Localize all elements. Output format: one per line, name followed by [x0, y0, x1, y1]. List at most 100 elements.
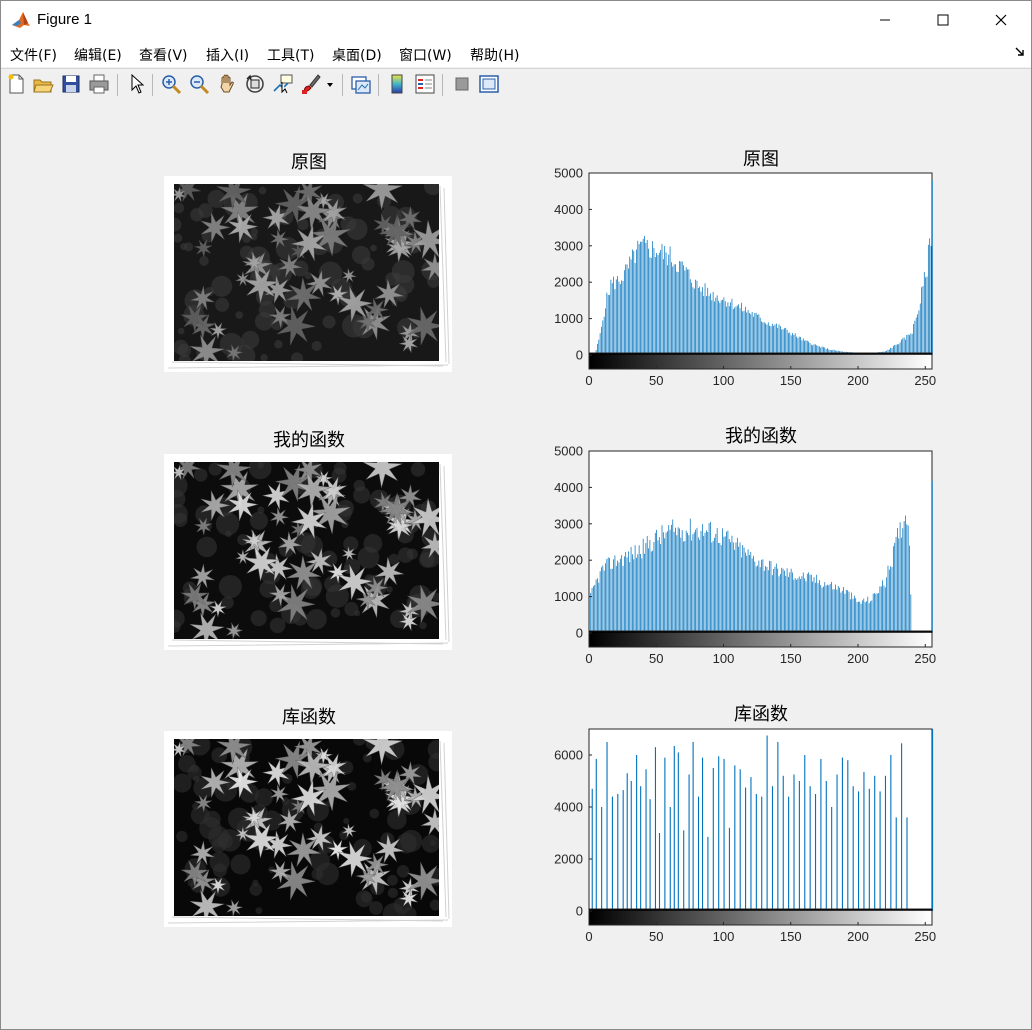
bar: [829, 583, 831, 633]
bar: [697, 796, 700, 911]
bar: [641, 241, 643, 355]
bar: [617, 276, 618, 355]
bar: [615, 566, 617, 633]
menu-edit[interactable]: 编辑(E): [74, 45, 122, 65]
bar: [925, 277, 927, 355]
bar: [754, 561, 756, 633]
bar: [820, 585, 822, 633]
bar: [640, 553, 641, 633]
open-file-icon[interactable]: [32, 73, 54, 95]
print-icon[interactable]: [88, 73, 110, 95]
new-figure-icon[interactable]: [5, 73, 27, 95]
x-tick-label: 100: [713, 651, 735, 666]
show-plot-tools-icon[interactable]: [478, 73, 500, 95]
y-tick-label: 3000: [554, 516, 583, 531]
bar: [879, 791, 881, 911]
bar: [917, 314, 918, 355]
foliage-blob: [250, 610, 267, 627]
bar: [603, 316, 605, 355]
bar: [739, 769, 741, 911]
bar: [785, 327, 787, 355]
close-button[interactable]: [972, 1, 1030, 39]
bar: [664, 246, 666, 355]
bar: [739, 308, 741, 355]
bar: [657, 255, 659, 355]
link-plot-icon[interactable]: [350, 73, 372, 95]
bar: [610, 279, 612, 355]
foliage-blob: [173, 233, 183, 243]
menu-help[interactable]: 帮助(H): [470, 45, 519, 65]
menu-desktop[interactable]: 桌面(D): [332, 45, 382, 65]
bar: [650, 551, 652, 633]
toolbar-separator: [378, 74, 379, 96]
bar: [757, 565, 758, 633]
bar: [680, 261, 682, 355]
bar: [707, 836, 709, 911]
minimize-button[interactable]: [856, 1, 914, 39]
bar: [697, 287, 699, 355]
foliage-blob: [311, 340, 322, 351]
pan-hand-icon[interactable]: [216, 73, 238, 95]
foliage-blob: [352, 193, 363, 204]
y-tick-label: 6000: [554, 748, 583, 763]
bar: [665, 532, 667, 633]
bar: [762, 322, 764, 355]
bar: [757, 314, 758, 355]
bar: [618, 562, 620, 633]
bar: [819, 580, 820, 633]
bar: [777, 568, 779, 633]
bar: [902, 528, 904, 633]
bar: [731, 298, 733, 355]
bar: [649, 540, 651, 633]
bar: [782, 329, 784, 355]
bar: [601, 807, 603, 911]
menu-file[interactable]: 文件(F): [10, 45, 57, 65]
maximize-button[interactable]: [914, 1, 972, 39]
bar: [626, 557, 628, 633]
bar: [870, 601, 871, 633]
foliage-blob: [225, 530, 232, 538]
bar: [874, 593, 875, 633]
brush-dropdown-icon[interactable]: [325, 73, 335, 95]
edit-plot-arrow-icon[interactable]: [126, 73, 148, 95]
foliage-blob: [429, 840, 436, 847]
zoom-in-icon[interactable]: [160, 73, 182, 95]
bar: [868, 788, 870, 911]
bar: [828, 585, 830, 633]
dock-arrow-icon[interactable]: [1015, 47, 1025, 57]
bar: [906, 524, 908, 633]
menu-view[interactable]: 查看(V): [139, 45, 188, 65]
bar: [648, 548, 649, 633]
bar: [646, 536, 648, 633]
foliage-blob: [255, 907, 263, 915]
y-tick-label: 2000: [554, 275, 583, 290]
foliage-blob: [194, 468, 208, 482]
brush-icon[interactable]: [300, 73, 322, 95]
bar: [706, 530, 707, 633]
foliage-blob: [343, 536, 359, 552]
bar: [778, 324, 780, 355]
bar: [851, 592, 853, 633]
hide-plot-tools-icon[interactable]: [451, 73, 473, 95]
data-cursor-icon[interactable]: [272, 73, 294, 95]
rotate-3d-icon[interactable]: [244, 73, 266, 95]
menu-tools[interactable]: 工具(T): [267, 45, 314, 65]
bar: [753, 316, 754, 355]
bar: [831, 581, 832, 633]
menu-insert[interactable]: 插入(I): [206, 45, 249, 65]
menu-window[interactable]: 窗口(W): [399, 45, 452, 65]
bar: [770, 561, 772, 633]
legend-icon[interactable]: [414, 73, 436, 95]
colorbar-icon[interactable]: [386, 73, 408, 95]
bar: [598, 582, 600, 633]
bar: [665, 252, 667, 355]
bar: [617, 794, 619, 911]
x-tick-label: 150: [780, 929, 802, 944]
bar: [734, 549, 736, 633]
bar: [777, 327, 779, 355]
save-icon[interactable]: [60, 73, 82, 95]
zoom-out-icon[interactable]: [188, 73, 210, 95]
foliage-blob: [173, 202, 185, 214]
bar: [672, 519, 674, 633]
foliage-blob: [211, 275, 233, 297]
